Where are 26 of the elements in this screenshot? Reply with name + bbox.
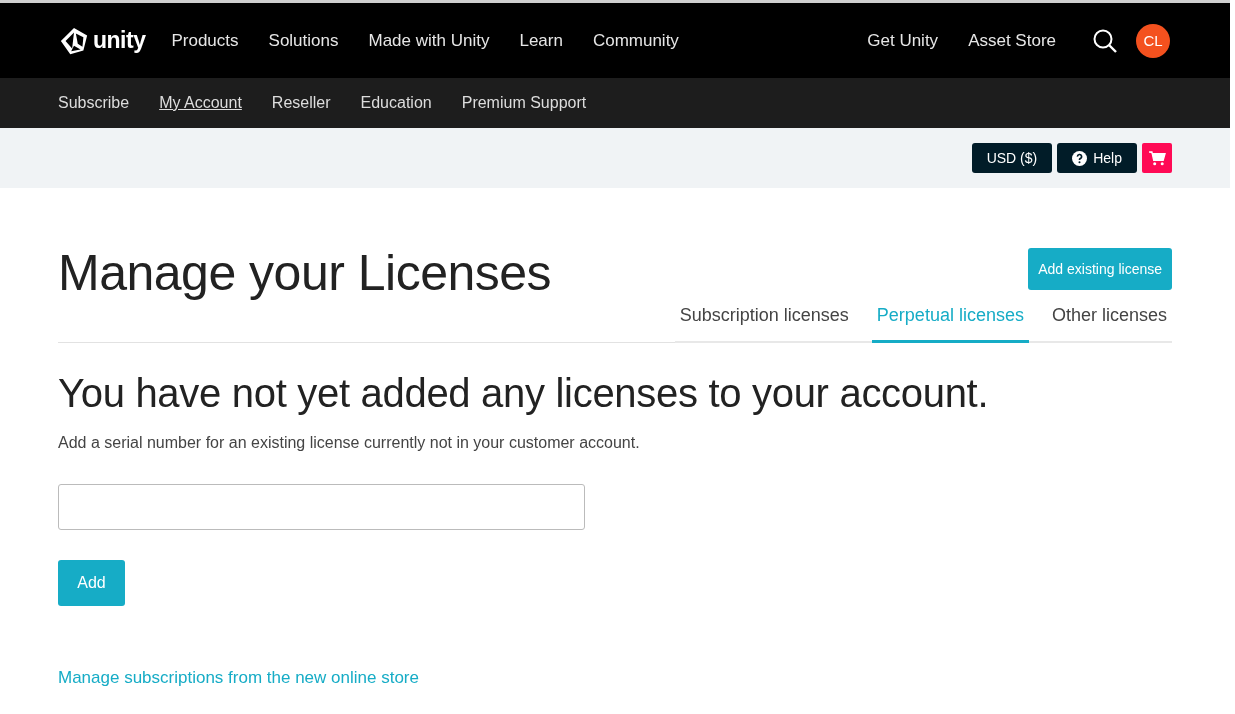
question-icon (1072, 150, 1088, 166)
nav-link[interactable]: Asset Store (968, 30, 1056, 51)
subnav-link[interactable]: My Account (159, 94, 242, 112)
search-icon[interactable] (1092, 27, 1118, 54)
serial-number-input-field[interactable] (58, 484, 585, 530)
nav-link[interactable]: Solutions (268, 30, 339, 51)
help-button[interactable]: Help (1057, 143, 1137, 173)
cart-icon (1148, 150, 1166, 166)
currency-button[interactable]: USD ($) (971, 143, 1053, 173)
license-tab[interactable]: Subscription licenses (674, 301, 854, 343)
description-text: Add a serial number for an existing license currently not in your customer account. (58, 434, 641, 452)
subnav-link[interactable]: Education (360, 94, 432, 112)
cart-button[interactable] (1142, 143, 1172, 173)
subnav-link[interactable]: Premium Support (461, 94, 587, 112)
nav-link[interactable]: Made with Unity (368, 30, 490, 51)
nav-link[interactable]: Products (171, 30, 239, 51)
empty-state-heading: You have not yet added any licenses to your account. (58, 371, 990, 416)
nav-link[interactable]: Get Unity (867, 30, 939, 51)
cube-logo-icon (59, 25, 89, 56)
license-tab[interactable]: Other licenses (1046, 301, 1172, 343)
page-title: Manage your Licenses (58, 244, 552, 303)
subnav-link[interactable]: Subscribe (58, 94, 130, 112)
subnav-link[interactable]: Reseller (271, 94, 331, 112)
nav-link[interactable]: Community (592, 30, 679, 51)
unity-logo[interactable]: unity (59, 25, 146, 56)
nav-link[interactable]: Learn (519, 30, 563, 51)
